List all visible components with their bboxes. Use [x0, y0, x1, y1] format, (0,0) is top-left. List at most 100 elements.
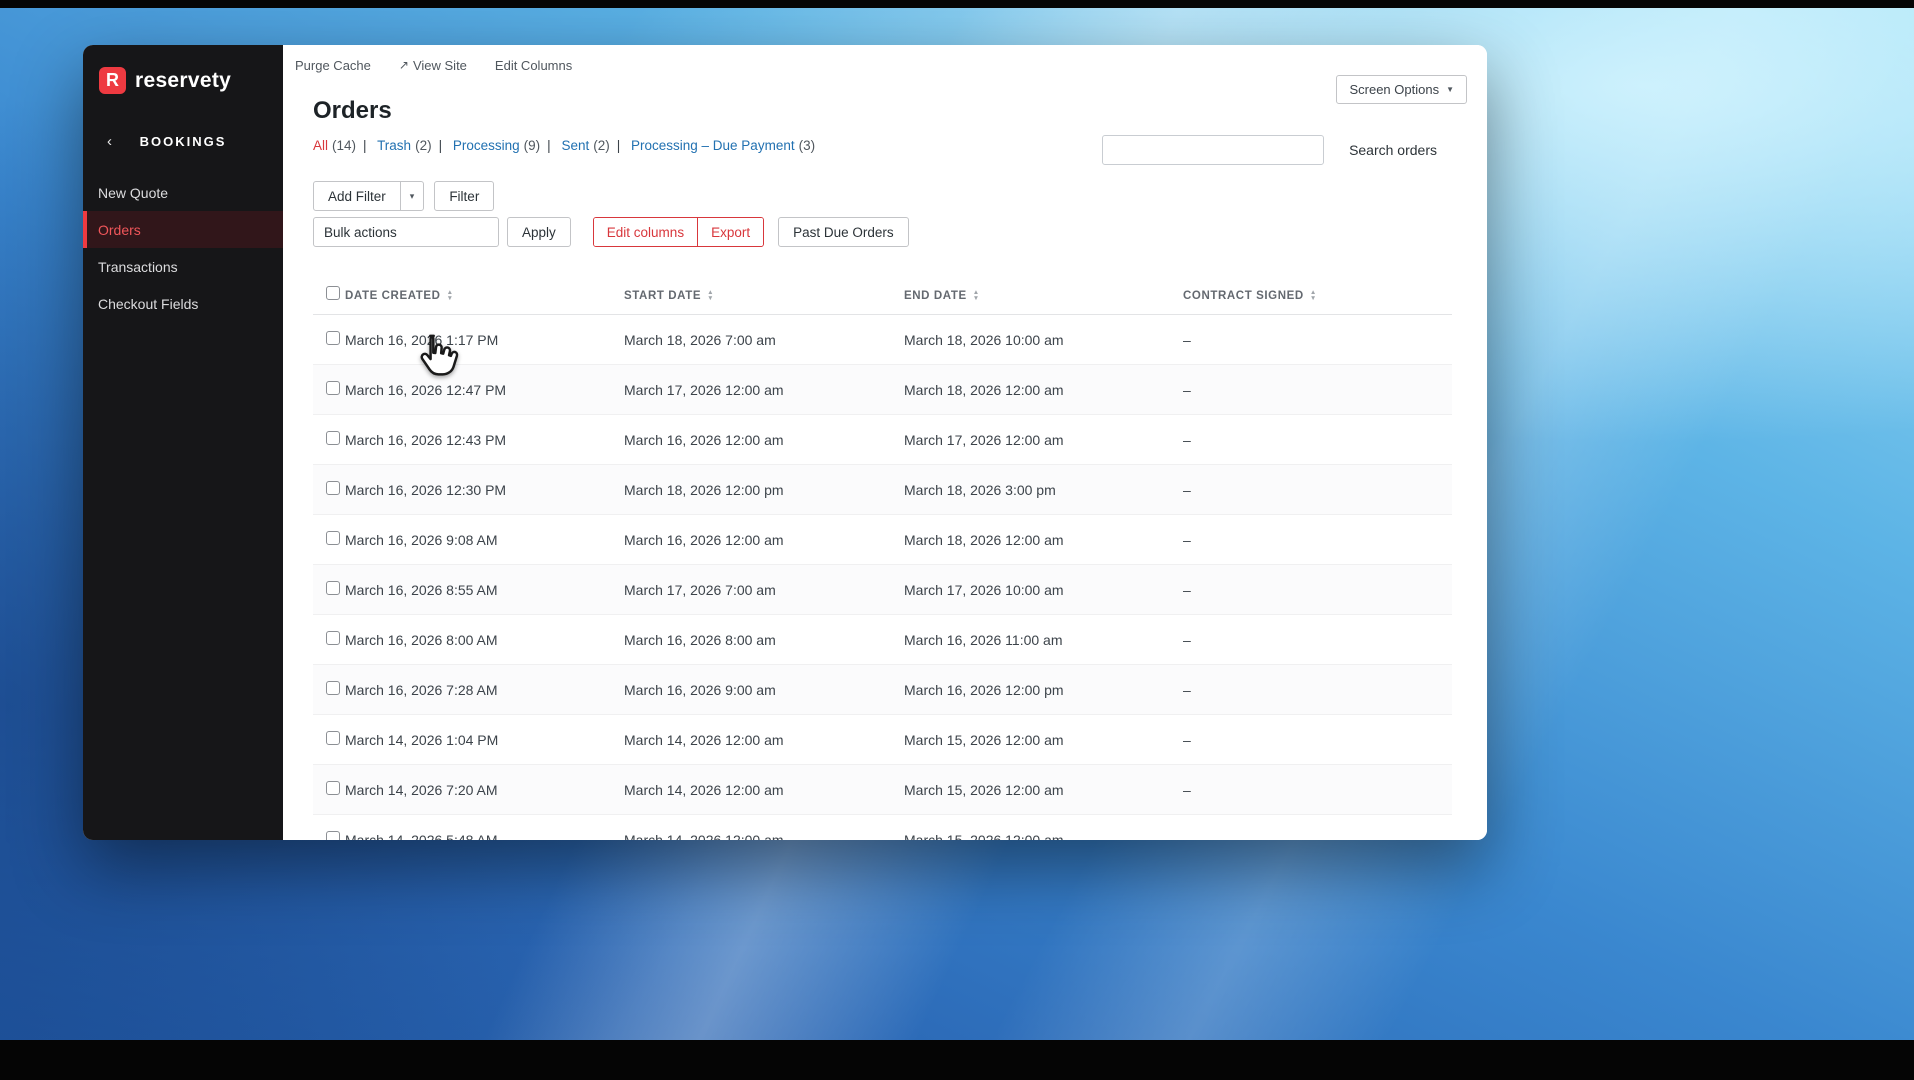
cell-start-date: March 17, 2026 12:00 am — [624, 381, 784, 398]
cell-contract-signed: – — [1183, 531, 1191, 548]
row-check-cell — [313, 831, 345, 840]
sidebar-menu: New Quote Orders Transactions Checkout F… — [83, 174, 283, 322]
row-checkbox[interactable] — [326, 381, 340, 395]
page: Orders All (14) Trash (2) Processing(9) Se… — [283, 85, 1487, 840]
sort-icon[interactable]: ▲ ▼ — [1310, 290, 1317, 301]
column-header-contract-signed[interactable]: CONTRACT SIGNED ▲ ▼ — [1183, 290, 1452, 302]
topbar-link[interactable]: Purge Cache — [295, 58, 371, 73]
cell-date-created: March 14, 2026 5:48 AM — [345, 831, 498, 841]
cell-date-created: March 16, 2026 9:08 AM — [345, 531, 498, 548]
table-body: March 16, 2026 1:17 PM March 18, 2026 7:… — [313, 315, 1452, 840]
add-filter-split-button: Add Filter ▾ — [313, 181, 425, 211]
row-checkbox[interactable] — [326, 531, 340, 545]
sidebar-item-label: Orders — [98, 221, 141, 238]
cell-contract-signed: – — [1183, 331, 1191, 348]
status-filter-count: (9) — [523, 138, 541, 153]
column-header-end-date[interactable]: END DATE ▲ ▼ — [904, 290, 1183, 302]
cell-contract-signed: – — [1183, 431, 1191, 448]
add-filter-button[interactable]: Add Filter — [314, 182, 400, 210]
row-checkbox[interactable] — [326, 331, 340, 345]
cell-start-date: March 16, 2026 8:00 am — [624, 631, 776, 648]
cell-end-date: March 15, 2026 12:00 am — [904, 731, 1064, 748]
topbar-link-label: View Site — [412, 57, 467, 73]
cursor-hand-icon — [410, 328, 464, 387]
cell-start-date: March 14, 2026 12:00 am — [624, 781, 784, 798]
cell-start-date: March 16, 2026 12:00 am — [624, 431, 784, 448]
cell-start-date: March 14, 2026 12:00 am — [624, 731, 784, 748]
status-filter: Sent (2) — [561, 138, 627, 153]
row-check-cell — [313, 381, 345, 398]
screen-options-button[interactable]: Screen Options ▼ — [1336, 75, 1467, 104]
row-check-cell — [313, 631, 345, 648]
cell-end-date: March 18, 2026 12:00 am — [904, 381, 1064, 398]
row-checkbox[interactable] — [326, 581, 340, 595]
cell-date-created: March 16, 2026 12:43 PM — [345, 431, 507, 448]
apply-button[interactable]: Apply — [507, 217, 571, 247]
chevron-down-icon: ▼ — [1446, 85, 1454, 94]
cell-contract-signed: – — [1183, 481, 1191, 498]
filter-button[interactable]: Filter — [434, 181, 495, 211]
row-checkbox[interactable] — [326, 631, 340, 645]
row-check-cell — [313, 431, 345, 448]
row-checkbox[interactable] — [326, 481, 340, 495]
brand-wordmark: reservety — [135, 68, 232, 92]
sidebar-item[interactable]: Orders — [83, 211, 283, 248]
collapse-chevron-icon[interactable]: ‹ — [107, 133, 112, 150]
topbar-link[interactable]: ↗ View Site — [399, 58, 467, 73]
cell-date-created: March 14, 2026 1:04 PM — [345, 731, 499, 748]
table-row: March 16, 2026 9:08 AM March 16, 2026 12… — [313, 515, 1452, 565]
cell-date-created: March 16, 2026 12:47 PM — [345, 381, 507, 398]
cell-date-created: March 16, 2026 12:30 PM — [345, 481, 507, 498]
sidebar-item[interactable]: Checkout Fields — [83, 285, 283, 322]
search-orders-button[interactable]: Search orders — [1349, 142, 1437, 158]
edit-columns-button[interactable]: Edit columns — [593, 218, 698, 246]
row-check-cell — [313, 331, 345, 348]
sort-icon[interactable]: ▲ ▼ — [447, 290, 454, 301]
table-row: March 16, 2026 12:30 PM March 18, 2026 1… — [313, 465, 1452, 515]
cell-date-created: March 14, 2026 7:20 AM — [345, 781, 498, 798]
cell-contract-signed: – — [1183, 731, 1191, 748]
status-filter-link[interactable]: Sent — [561, 138, 589, 153]
sidebar-item[interactable]: New Quote — [83, 174, 283, 211]
external-link-icon: ↗ — [398, 58, 409, 72]
cell-date-created: March 16, 2026 1:17 PM — [345, 331, 499, 348]
cell-end-date: March 16, 2026 12:00 pm — [904, 681, 1064, 698]
row-checkbox[interactable] — [326, 731, 340, 745]
row-checkbox[interactable] — [326, 431, 340, 445]
brand: R reservety — [83, 45, 283, 104]
status-filter-link[interactable]: All — [313, 138, 328, 153]
column-header-date-created[interactable]: DATE CREATED ▲ ▼ — [345, 290, 624, 302]
status-filter-link[interactable]: Trash — [377, 138, 411, 153]
table-row: March 14, 2026 7:20 AM March 14, 2026 12… — [313, 765, 1452, 815]
sidebar-item[interactable]: Transactions — [83, 248, 283, 285]
bottom-black-bar — [0, 1040, 1914, 1080]
row-checkbox[interactable] — [326, 831, 340, 840]
row-checkbox[interactable] — [326, 681, 340, 695]
select-all-checkbox[interactable] — [326, 286, 340, 300]
toolbar-row-2: Bulk actions Apply Edit columns Export P… — [313, 217, 1452, 247]
row-checkbox[interactable] — [326, 781, 340, 795]
sidebar-item-label: Checkout Fields — [98, 295, 199, 312]
table-row: March 16, 2026 12:43 PM March 16, 2026 1… — [313, 415, 1452, 465]
past-due-orders-button[interactable]: Past Due Orders — [778, 217, 909, 247]
orders-table: DATE CREATED ▲ ▼ START DATE ▲ ▼ END DATE ▲… — [313, 277, 1452, 840]
status-filter-link[interactable]: Processing – Due Payment — [631, 138, 795, 153]
status-filter: All (14) — [313, 138, 374, 153]
browser-app-window: R reservety ‹ BOOKINGS New Quote Orders … — [83, 45, 1487, 840]
sort-icon[interactable]: ▲ ▼ — [973, 290, 980, 301]
status-filter: Processing (9) — [453, 138, 558, 153]
column-header-start-date[interactable]: START DATE ▲ ▼ — [624, 290, 904, 302]
sort-icon[interactable]: ▲ ▼ — [707, 290, 714, 301]
cell-date-created: March 16, 2026 7:28 AM — [345, 681, 498, 698]
table-row: March 16, 2026 12:47 PM March 17, 2026 1… — [313, 365, 1452, 415]
cell-start-date: March 18, 2026 12:00 pm — [624, 481, 784, 498]
topbar-link[interactable]: Edit Columns — [495, 58, 572, 73]
search-input[interactable] — [1102, 135, 1325, 165]
desktop: R reservety ‹ BOOKINGS New Quote Orders … — [0, 0, 1914, 1080]
caret-down-icon[interactable]: ▾ — [399, 182, 424, 210]
bulk-actions-select[interactable]: Bulk actions — [313, 217, 499, 247]
export-button[interactable]: Export — [697, 218, 764, 246]
cell-end-date: March 15, 2026 12:00 am — [904, 781, 1064, 798]
topbar-link-label: Edit Columns — [494, 57, 573, 73]
status-filter-link[interactable]: Processing — [453, 138, 520, 153]
